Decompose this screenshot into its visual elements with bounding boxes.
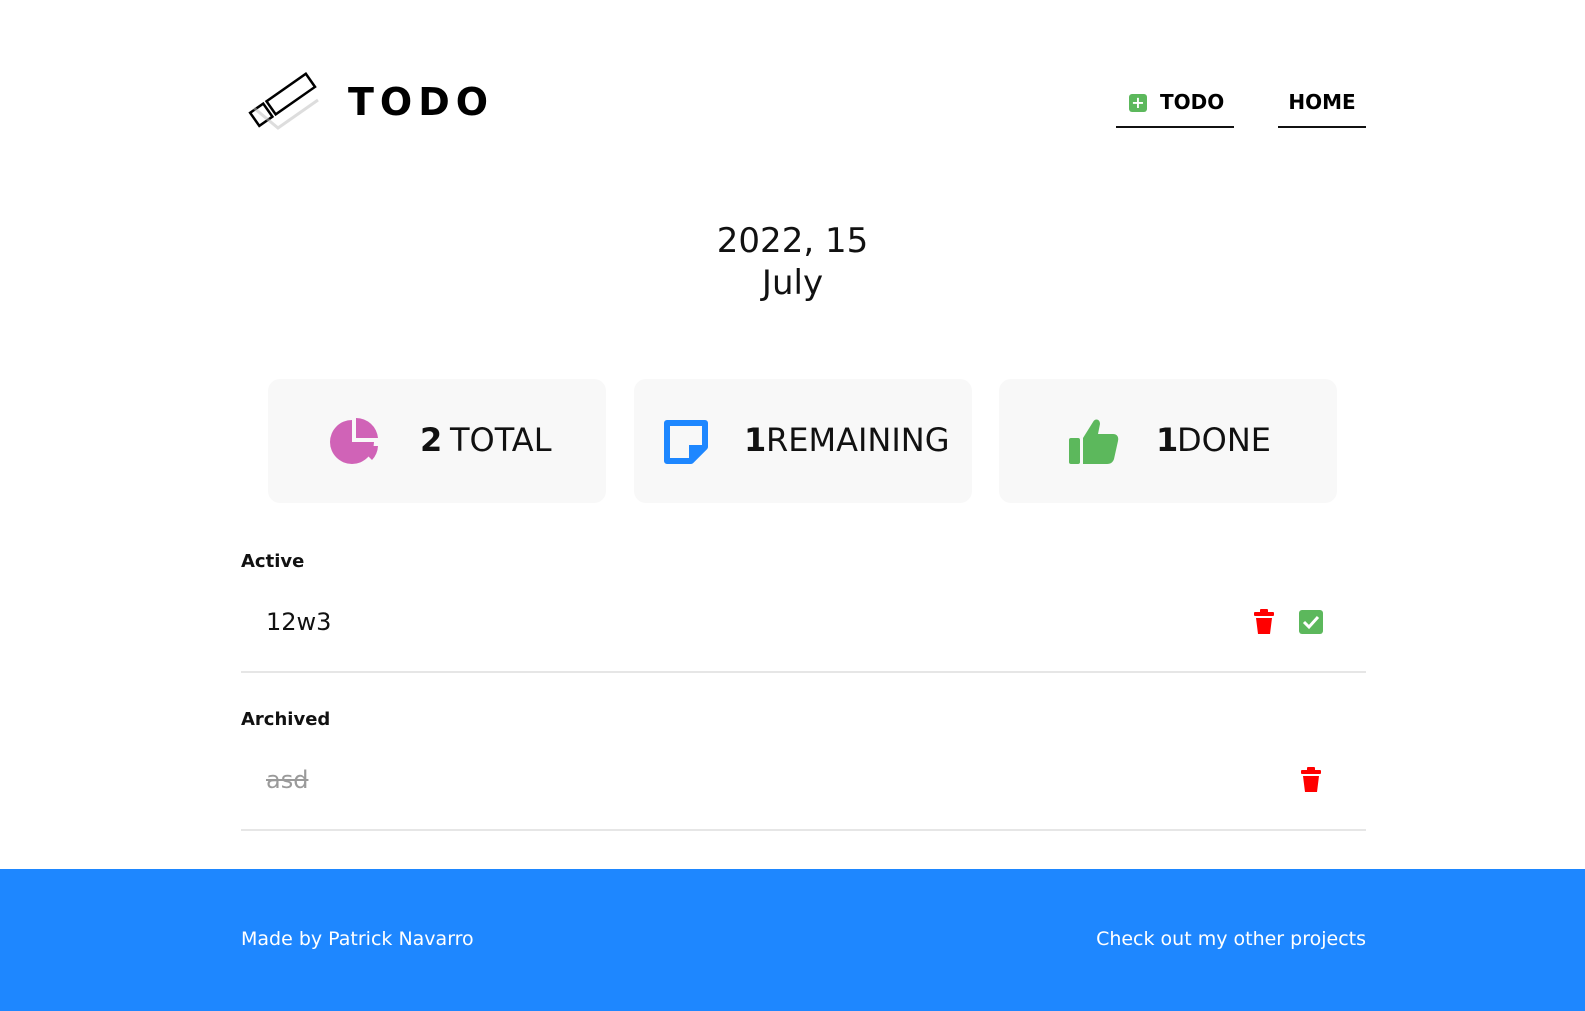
trash-icon[interactable] xyxy=(1251,609,1277,635)
stat-done-count: 1 xyxy=(1156,421,1179,459)
nav-todo-link[interactable]: + TODO xyxy=(1116,84,1234,128)
todo-text: 12w3 xyxy=(266,608,332,636)
nav-home-link[interactable]: HOME xyxy=(1278,84,1366,128)
stat-remaining-label: REMAINING xyxy=(766,421,950,459)
thumbs-up-icon xyxy=(1069,419,1119,464)
nav-todo-label: TODO xyxy=(1160,90,1225,114)
active-section-title: Active xyxy=(241,551,305,572)
logo-icon xyxy=(248,72,319,130)
sticky-note-icon xyxy=(664,420,708,464)
stat-remaining-card: 1 REMAINING xyxy=(634,379,972,503)
stat-remaining-count: 1 xyxy=(744,421,767,459)
stat-total-count: 2 xyxy=(420,421,443,459)
todo-text: asd xyxy=(266,766,309,794)
plus-square-icon: + xyxy=(1129,94,1147,112)
pie-chart-icon xyxy=(330,417,378,464)
archived-section-title: Archived xyxy=(241,709,331,730)
header: TODO + TODO HOME xyxy=(0,0,1585,160)
date-year-day: 2022, 15 xyxy=(716,221,869,261)
date-month: July xyxy=(761,263,824,303)
footer-credit: Made by Patrick Navarro xyxy=(241,928,474,950)
stat-done-card: 1 DONE xyxy=(999,379,1337,503)
check-square-icon[interactable] xyxy=(1298,609,1324,635)
logo-text: TODO xyxy=(348,80,495,124)
footer: Made by Patrick Navarro Check out my oth… xyxy=(0,869,1585,1011)
todo-row: asd xyxy=(241,761,1366,831)
stat-total-card: 2 TOTAL xyxy=(268,379,606,503)
trash-icon[interactable] xyxy=(1298,767,1324,793)
todo-row: 12w3 xyxy=(241,603,1366,673)
footer-projects-link[interactable]: Check out my other projects xyxy=(1096,925,1366,953)
stat-done-label: DONE xyxy=(1177,421,1271,459)
stat-total-label: TOTAL xyxy=(450,421,552,459)
